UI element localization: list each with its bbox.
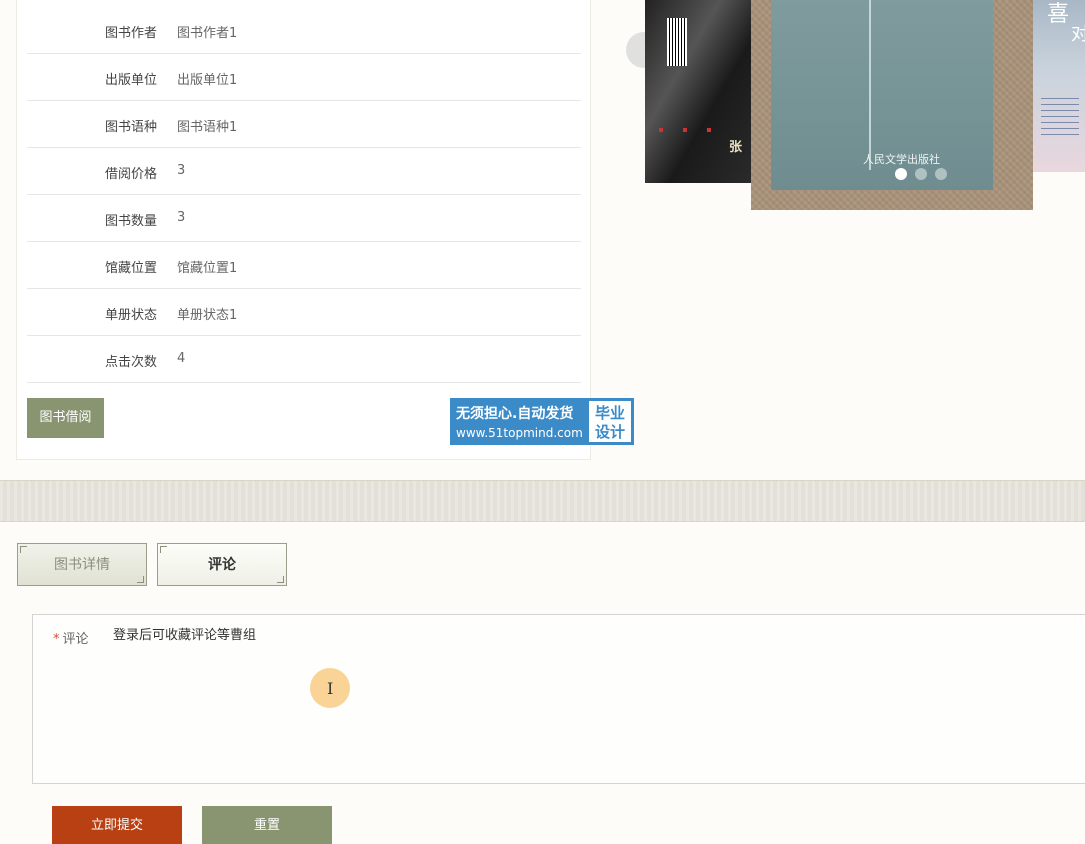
book-cover-center: 人民文学出版社 [751,0,1033,210]
submit-button[interactable]: 立即提交 [52,806,182,844]
info-value: 单册状态1 [177,308,238,323]
info-label: 借阅价格 [104,167,157,182]
info-row-author: 图书作者 图书作者1 [27,7,581,54]
section-divider [0,480,1085,522]
info-value: 3 [177,163,186,178]
watermark-line2: www.51topmind.com [456,426,583,440]
book-right-title: 喜 [1047,2,1070,27]
watermark-tag-line2: 设计 [595,423,626,441]
info-row-price: 借阅价格 3 [27,148,581,195]
cover-text-lines [1041,98,1079,138]
watermark-badge: 无须担心.自动发货 www.51topmind.com 毕业 设计 [450,398,634,445]
carousel-dot-1[interactable] [895,168,907,180]
comment-label-text: 评论 [62,632,89,647]
info-row-language: 图书语种 图书语种1 [27,101,581,148]
tab-book-detail[interactable]: 图书详情 [17,543,147,586]
decor-dot [659,128,663,132]
info-label: 图书作者 [104,26,157,41]
watermark-text: 无须担心.自动发货 www.51topmind.com [451,399,587,444]
cover-stripe [869,0,871,170]
watermark-line1: 无须担心.自动发货 [456,406,574,422]
info-value: 4 [177,351,186,366]
book-right-title2: 对 [1071,24,1085,45]
comment-label: * 评论 [53,628,89,647]
carousel-dot-3[interactable] [935,168,947,180]
info-label: 图书数量 [104,214,157,229]
info-row-status: 单册状态 单册状态1 [27,289,581,336]
info-value: 馆藏位置1 [177,261,238,276]
text-cursor-icon: I [327,679,334,698]
watermark-tag-line1: 毕业 [595,404,626,422]
info-label: 单册状态 [104,308,157,323]
info-row-publisher: 出版单位 出版单位1 [27,54,581,101]
borrow-button[interactable]: 图书借阅 [27,398,104,438]
info-value: 出版单位1 [177,73,238,88]
book-publisher-text: 人民文学出版社 [863,153,940,166]
info-row-location: 馆藏位置 馆藏位置1 [27,242,581,289]
book-left-text: 张 [729,140,743,155]
barcode-graphic [667,18,687,66]
info-value: 3 [177,210,186,225]
info-value: 图书作者1 [177,26,238,41]
carousel-indicators [895,168,947,180]
info-label: 出版单位 [104,73,157,88]
watermark-tag: 毕业 设计 [587,399,633,444]
book-cover-left: 张 [645,0,755,183]
comment-form: * 评论 登录后可收藏评论等曹组 [32,614,1085,784]
decor-dot [707,128,711,132]
book-cover-right: 喜 对 [1033,0,1085,172]
info-label: 点击次数 [104,355,157,370]
required-mark: * [53,632,60,647]
comment-textarea[interactable]: 登录后可收藏评论等曹组 [113,627,1073,767]
info-label: 图书语种 [104,120,157,135]
info-value: 图书语种1 [177,120,238,135]
book-image-carousel[interactable]: 张 人民文学出版社 喜 对 [620,0,1085,215]
info-row-quantity: 图书数量 3 [27,195,581,242]
decor-dot [683,128,687,132]
info-row-clicks: 点击次数 4 [27,336,581,383]
reset-button[interactable]: 重置 [202,806,332,844]
tab-comment[interactable]: 评论 [157,543,287,586]
info-label: 馆藏位置 [104,261,157,276]
carousel-dot-2[interactable] [915,168,927,180]
mouse-cursor-highlight: I [310,668,350,708]
book-info-panel: 图书作者 图书作者1 出版单位 出版单位1 图书语种 图书语种1 借阅价格 3 … [16,0,591,460]
